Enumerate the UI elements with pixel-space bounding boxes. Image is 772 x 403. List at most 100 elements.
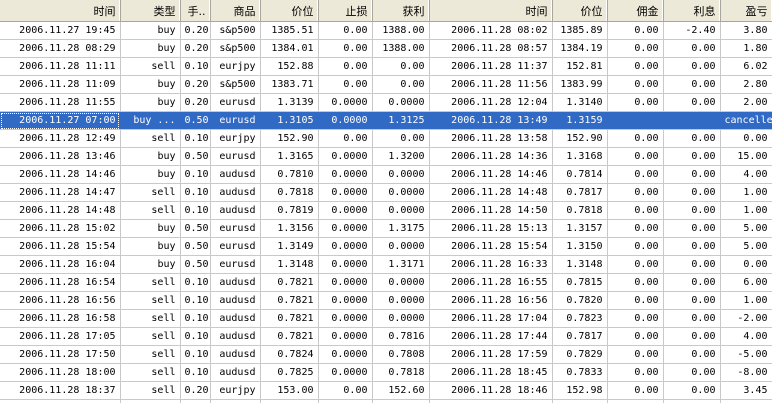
size-cell: 0.20 (180, 93, 211, 112)
table-row[interactable]: 2006.11.28 14:47 sell 0.10 audusd 0.7818 0.00… (0, 183, 772, 202)
table-row[interactable]: 2006.11.27 07:00 buy ... 0.50 eurusd 1.3105 0… (0, 111, 772, 130)
open-time-cell: 2006.11.28 13:46 (0, 147, 121, 166)
type-cell: sell (120, 345, 181, 364)
profit-cell: 1.00 (720, 399, 772, 403)
size-cell: 0.50 (180, 219, 211, 238)
open-time-cell: 2006.11.28 14:48 (0, 201, 121, 220)
take-profit-cell: 0.0000 (372, 93, 430, 112)
column-header-take-profit[interactable]: 获利 (372, 0, 430, 22)
stop-loss-cell: 0.0000 (318, 93, 373, 112)
take-profit-cell: 0.0000 (372, 237, 430, 256)
take-profit-cell: 0.0000 (372, 201, 430, 220)
close-price-cell: 0.7829 (552, 345, 608, 364)
table-row[interactable]: 2006.11.28 15:02 buy 0.50 eurusd 1.3156 0.000… (0, 219, 772, 238)
stop-loss-cell: 0.0000 (318, 183, 373, 202)
column-header-stop-loss[interactable]: 止损 (318, 0, 373, 22)
table-row[interactable]: 2006.11.28 15:54 buy 0.50 eurusd 1.3149 0.000… (0, 237, 772, 256)
close-price-cell: 0.7818 (552, 201, 608, 220)
column-header-commission[interactable]: 佣金 (607, 0, 664, 22)
size-cell: 0.50 (180, 255, 211, 274)
symbol-cell: audusd (210, 327, 261, 346)
open-price-cell: 0.7836 (260, 399, 319, 403)
close-time-cell: 2006.11.28 14:50 (429, 201, 553, 220)
table-row[interactable]: 2006.11.28 16:54 sell 0.10 audusd 0.7821 0.00… (0, 273, 772, 292)
symbol-cell: eurusd (210, 219, 261, 238)
open-time-cell: 2006.11.28 14:47 (0, 183, 121, 202)
size-cell: 0.10 (180, 363, 211, 382)
column-header-symbol[interactable]: 商品 (210, 0, 261, 22)
close-time-cell: 2006.11.28 13:49 (429, 111, 553, 130)
type-cell: sell (120, 309, 181, 328)
column-header-close-time[interactable]: 时间 (429, 0, 553, 22)
open-time-cell: 2006.11.28 16:58 (0, 309, 121, 328)
open-price-cell: 1.3165 (260, 147, 319, 166)
symbol-cell: s&p500 (210, 75, 261, 94)
symbol-cell: eurjpy (210, 129, 261, 148)
swap-cell: 0.00 (663, 93, 721, 112)
profit-cell: 1.00 (720, 291, 772, 310)
table-row[interactable]: 2006.11.28 11:55 buy 0.20 eurusd 1.3139 0.000… (0, 93, 772, 112)
type-cell: buy (120, 75, 181, 94)
stop-loss-cell: 0.0000 (318, 273, 373, 292)
profit-cell: 6.00 (720, 273, 772, 292)
table-row[interactable]: 2006.11.28 18:37 sell 0.20 eurjpy 153.00 0.00… (0, 381, 772, 400)
open-time-cell: 2006.11.28 12:49 (0, 129, 121, 148)
table-row[interactable]: 2006.11.28 08:29 buy 0.20 s&p500 1384.01 0.00… (0, 39, 772, 58)
close-time-cell: 2006.11.28 13:58 (429, 129, 553, 148)
table-row[interactable]: 2006.11.28 13:46 buy 0.50 eurusd 1.3165 0.000… (0, 147, 772, 166)
column-header-profit[interactable]: 盈亏 (720, 0, 772, 22)
column-header-close-price[interactable]: 价位 (552, 0, 608, 22)
size-cell: 0.10 (180, 309, 211, 328)
close-time-cell: 2006.11.28 12:04 (429, 93, 553, 112)
close-price-cell: 0.7823 (552, 309, 608, 328)
column-header-size[interactable]: 手.. (180, 0, 211, 22)
table-row[interactable]: 2006.11.27 19:45 buy 0.20 s&p500 1385.51 0.00… (0, 21, 772, 40)
symbol-cell: s&p500 (210, 39, 261, 58)
table-row[interactable]: 2006.11.28 11:09 buy 0.20 s&p500 1383.71 0.00… (0, 75, 772, 94)
take-profit-cell: 0.0000 (372, 165, 430, 184)
commission-cell: 0.00 (607, 219, 664, 238)
type-cell: sell (120, 399, 181, 403)
commission-cell: 0.00 (607, 129, 664, 148)
table-row[interactable]: 2006.11.28 16:58 sell 0.10 audusd 0.7821 0.00… (0, 309, 772, 328)
table-row[interactable]: 2006.11.28 12:49 sell 0.10 eurjpy 152.90 0.00… (0, 129, 772, 148)
type-cell: buy (120, 165, 181, 184)
column-header-swap[interactable]: 利息 (663, 0, 721, 22)
symbol-cell: audusd (210, 273, 261, 292)
open-price-cell: 0.7819 (260, 201, 319, 220)
table-row[interactable]: 2006.11.28 14:46 buy 0.10 audusd 0.7810 0.000… (0, 165, 772, 184)
table-row[interactable]: 2006.11.28 17:50 sell 0.10 audusd 0.7824 0.00… (0, 345, 772, 364)
stop-loss-cell: 0.00 (318, 129, 373, 148)
size-cell: 0.10 (180, 345, 211, 364)
type-cell: sell (120, 291, 181, 310)
size-cell: 0.20 (180, 381, 211, 400)
table-row[interactable]: 2006.11.28 18:00 sell 0.10 audusd 0.7825 0.00… (0, 363, 772, 382)
symbol-cell: eurjpy (210, 57, 261, 76)
stop-loss-cell: 0.0000 (318, 291, 373, 310)
column-header-type[interactable]: 类型 (120, 0, 181, 22)
commission-cell: 0.00 (607, 291, 664, 310)
table-row[interactable]: 2006.11.28 16:04 buy 0.50 eurusd 1.3148 0.000… (0, 255, 772, 274)
table-row[interactable]: 2006.11.28 11:11 sell 0.10 eurjpy 152.88 0.00… (0, 57, 772, 76)
profit-cell: 2.80 (720, 75, 772, 94)
column-header-open-time[interactable]: 时间 (0, 0, 121, 22)
table-row[interactable]: 2006.11.28 14:48 sell 0.10 audusd 0.7819 0.00… (0, 201, 772, 220)
commission-cell: 0.00 (607, 165, 664, 184)
type-cell: sell (120, 183, 181, 202)
stop-loss-cell: 0.0000 (318, 111, 373, 130)
swap-cell: 0.00 (663, 399, 721, 403)
column-header-open-price[interactable]: 价位 (260, 0, 319, 22)
table-row[interactable]: 2006.11.28 17:05 sell 0.10 audusd 0.7821 0.00… (0, 327, 772, 346)
size-cell: 0.50 (180, 237, 211, 256)
commission-cell: 0.00 (607, 93, 664, 112)
close-price-cell: 0.7833 (552, 363, 608, 382)
profit-cell: -2.00 (720, 309, 772, 328)
open-time-cell: 2006.11.28 11:55 (0, 93, 121, 112)
open-price-cell: 0.7821 (260, 309, 319, 328)
close-time-cell: 2006.11.28 11:56 (429, 75, 553, 94)
table-row[interactable]: 2006.11.28 18:47sell0.10audusd0.78360.00… (0, 399, 772, 403)
table-row[interactable]: 2006.11.28 16:56 sell 0.10 audusd 0.7821 0.00… (0, 291, 772, 310)
open-price-cell: 1.3149 (260, 237, 319, 256)
open-time-cell: 2006.11.28 16:54 (0, 273, 121, 292)
close-time-cell: 2006.11.28 14:36 (429, 147, 553, 166)
